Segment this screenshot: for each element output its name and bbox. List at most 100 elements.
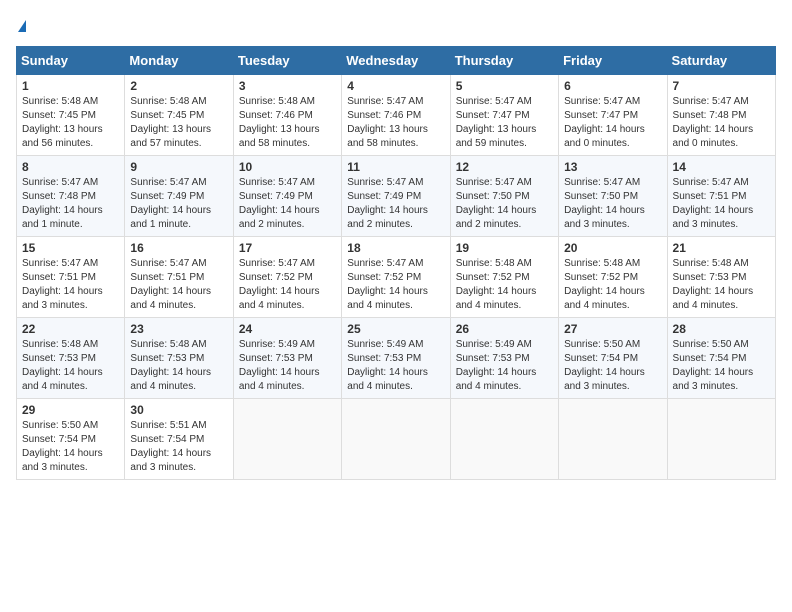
header-sunday: Sunday [17, 46, 125, 74]
calendar-week-row: 15 Sunrise: 5:47 AMSunset: 7:51 PMDayligh… [17, 236, 776, 317]
table-row: 27 Sunrise: 5:50 AMSunset: 7:54 PMDayligh… [559, 317, 667, 398]
day-info: Sunrise: 5:49 AMSunset: 7:53 PMDaylight:… [456, 338, 553, 394]
day-number: 19 [456, 241, 553, 255]
day-number: 15 [22, 241, 119, 255]
logo-icon [18, 20, 26, 32]
table-row: 30 Sunrise: 5:51 AMSunset: 7:54 PMDayligh… [125, 398, 233, 479]
day-info: Sunrise: 5:47 AMSunset: 7:50 PMDaylight:… [456, 176, 553, 232]
table-row: 29Sunrise: 5:50 AMSunset: 7:54 PMDayligh… [17, 398, 125, 479]
table-row: 15 Sunrise: 5:47 AMSunset: 7:51 PMDayligh… [17, 236, 125, 317]
day-info: Sunrise: 5:48 AMSunset: 7:52 PMDaylight:… [564, 257, 661, 313]
day-info: Sunrise: 5:51 AMSunset: 7:54 PMDaylight:… [130, 419, 227, 475]
table-row: 10 Sunrise: 5:47 AMSunset: 7:49 PMDayligh… [233, 155, 341, 236]
page-header [16, 16, 776, 36]
day-number: 18 [347, 241, 444, 255]
header-monday: Monday [125, 46, 233, 74]
weekday-header-row: Sunday Monday Tuesday Wednesday Thursday… [17, 46, 776, 74]
day-number: 5 [456, 79, 553, 93]
day-number: 3 [239, 79, 336, 93]
table-row: 3 Sunrise: 5:48 AMSunset: 7:46 PMDaylight… [233, 74, 341, 155]
table-row: 21 Sunrise: 5:48 AMSunset: 7:53 PMDayligh… [667, 236, 775, 317]
day-info: Sunrise: 5:48 AMSunset: 7:53 PMDaylight:… [130, 338, 227, 394]
day-number: 1 [22, 79, 119, 93]
day-number: 8 [22, 160, 119, 174]
day-number: 7 [673, 79, 770, 93]
table-row: 13 Sunrise: 5:47 AMSunset: 7:50 PMDayligh… [559, 155, 667, 236]
day-number: 6 [564, 79, 661, 93]
day-number: 23 [130, 322, 227, 336]
logo [16, 16, 26, 36]
day-info: Sunrise: 5:50 AMSunset: 7:54 PMDaylight:… [673, 338, 770, 394]
day-info: Sunrise: 5:48 AMSunset: 7:45 PMDaylight:… [130, 95, 227, 151]
day-number: 13 [564, 160, 661, 174]
day-number: 27 [564, 322, 661, 336]
day-info: Sunrise: 5:47 AMSunset: 7:51 PMDaylight:… [130, 257, 227, 313]
day-number: 16 [130, 241, 227, 255]
day-info: Sunrise: 5:48 AMSunset: 7:52 PMDaylight:… [456, 257, 553, 313]
header-thursday: Thursday [450, 46, 558, 74]
day-number: 30 [130, 403, 227, 417]
day-info: Sunrise: 5:48 AMSunset: 7:53 PMDaylight:… [673, 257, 770, 313]
table-row: 20 Sunrise: 5:48 AMSunset: 7:52 PMDayligh… [559, 236, 667, 317]
table-row [559, 398, 667, 479]
day-info: Sunrise: 5:47 AMSunset: 7:50 PMDaylight:… [564, 176, 661, 232]
day-number: 24 [239, 322, 336, 336]
day-info: Sunrise: 5:47 AMSunset: 7:49 PMDaylight:… [347, 176, 444, 232]
day-info: Sunrise: 5:47 AMSunset: 7:49 PMDaylight:… [130, 176, 227, 232]
day-number: 20 [564, 241, 661, 255]
day-number: 9 [130, 160, 227, 174]
table-row [450, 398, 558, 479]
day-number: 22 [22, 322, 119, 336]
day-info: Sunrise: 5:47 AMSunset: 7:47 PMDaylight:… [564, 95, 661, 151]
header-tuesday: Tuesday [233, 46, 341, 74]
table-row: 16 Sunrise: 5:47 AMSunset: 7:51 PMDayligh… [125, 236, 233, 317]
calendar-table: Sunday Monday Tuesday Wednesday Thursday… [16, 46, 776, 480]
calendar-week-row: 1 Sunrise: 5:48 AMSunset: 7:45 PMDaylight… [17, 74, 776, 155]
day-info: Sunrise: 5:47 AMSunset: 7:48 PMDaylight:… [673, 95, 770, 151]
table-row: 4 Sunrise: 5:47 AMSunset: 7:46 PMDaylight… [342, 74, 450, 155]
day-info: Sunrise: 5:50 AMSunset: 7:54 PMDaylight:… [564, 338, 661, 394]
header-saturday: Saturday [667, 46, 775, 74]
table-row: 6 Sunrise: 5:47 AMSunset: 7:47 PMDaylight… [559, 74, 667, 155]
table-row: 7 Sunrise: 5:47 AMSunset: 7:48 PMDaylight… [667, 74, 775, 155]
day-number: 10 [239, 160, 336, 174]
table-row: 23 Sunrise: 5:48 AMSunset: 7:53 PMDayligh… [125, 317, 233, 398]
table-row: 18 Sunrise: 5:47 AMSunset: 7:52 PMDayligh… [342, 236, 450, 317]
table-row: 11 Sunrise: 5:47 AMSunset: 7:49 PMDayligh… [342, 155, 450, 236]
day-info: Sunrise: 5:47 AMSunset: 7:52 PMDaylight:… [239, 257, 336, 313]
day-number: 12 [456, 160, 553, 174]
table-row [233, 398, 341, 479]
day-info: Sunrise: 5:47 AMSunset: 7:51 PMDaylight:… [22, 257, 119, 313]
day-info: Sunrise: 5:47 AMSunset: 7:51 PMDaylight:… [673, 176, 770, 232]
table-row: 25Sunrise: 5:49 AMSunset: 7:53 PMDayligh… [342, 317, 450, 398]
table-row [667, 398, 775, 479]
day-number: 21 [673, 241, 770, 255]
day-info: Sunrise: 5:47 AMSunset: 7:48 PMDaylight:… [22, 176, 119, 232]
day-info: Sunrise: 5:49 AMSunset: 7:53 PMDaylight:… [239, 338, 336, 394]
table-row: 1 Sunrise: 5:48 AMSunset: 7:45 PMDaylight… [17, 74, 125, 155]
day-number: 17 [239, 241, 336, 255]
table-row: 28 Sunrise: 5:50 AMSunset: 7:54 PMDayligh… [667, 317, 775, 398]
table-row: 22 Sunrise: 5:48 AMSunset: 7:53 PMDayligh… [17, 317, 125, 398]
day-number: 4 [347, 79, 444, 93]
day-number: 28 [673, 322, 770, 336]
header-wednesday: Wednesday [342, 46, 450, 74]
day-info: Sunrise: 5:47 AMSunset: 7:52 PMDaylight:… [347, 257, 444, 313]
table-row: 24 Sunrise: 5:49 AMSunset: 7:53 PMDayligh… [233, 317, 341, 398]
day-number: 2 [130, 79, 227, 93]
table-row: 26 Sunrise: 5:49 AMSunset: 7:53 PMDayligh… [450, 317, 558, 398]
table-row [342, 398, 450, 479]
day-number: 11 [347, 160, 444, 174]
day-info: Sunrise: 5:47 AMSunset: 7:46 PMDaylight:… [347, 95, 444, 151]
calendar-week-row: 29Sunrise: 5:50 AMSunset: 7:54 PMDayligh… [17, 398, 776, 479]
day-info: Sunrise: 5:48 AMSunset: 7:53 PMDaylight:… [22, 338, 119, 394]
table-row: 9 Sunrise: 5:47 AMSunset: 7:49 PMDaylight… [125, 155, 233, 236]
day-number: 26 [456, 322, 553, 336]
day-info: Sunrise: 5:50 AMSunset: 7:54 PMDaylight:… [22, 419, 119, 475]
day-info: Sunrise: 5:48 AMSunset: 7:45 PMDaylight:… [22, 95, 119, 151]
header-friday: Friday [559, 46, 667, 74]
day-info: Sunrise: 5:48 AMSunset: 7:46 PMDaylight:… [239, 95, 336, 151]
day-info: Sunrise: 5:47 AMSunset: 7:49 PMDaylight:… [239, 176, 336, 232]
day-number: 14 [673, 160, 770, 174]
table-row: 5Sunrise: 5:47 AMSunset: 7:47 PMDaylight… [450, 74, 558, 155]
